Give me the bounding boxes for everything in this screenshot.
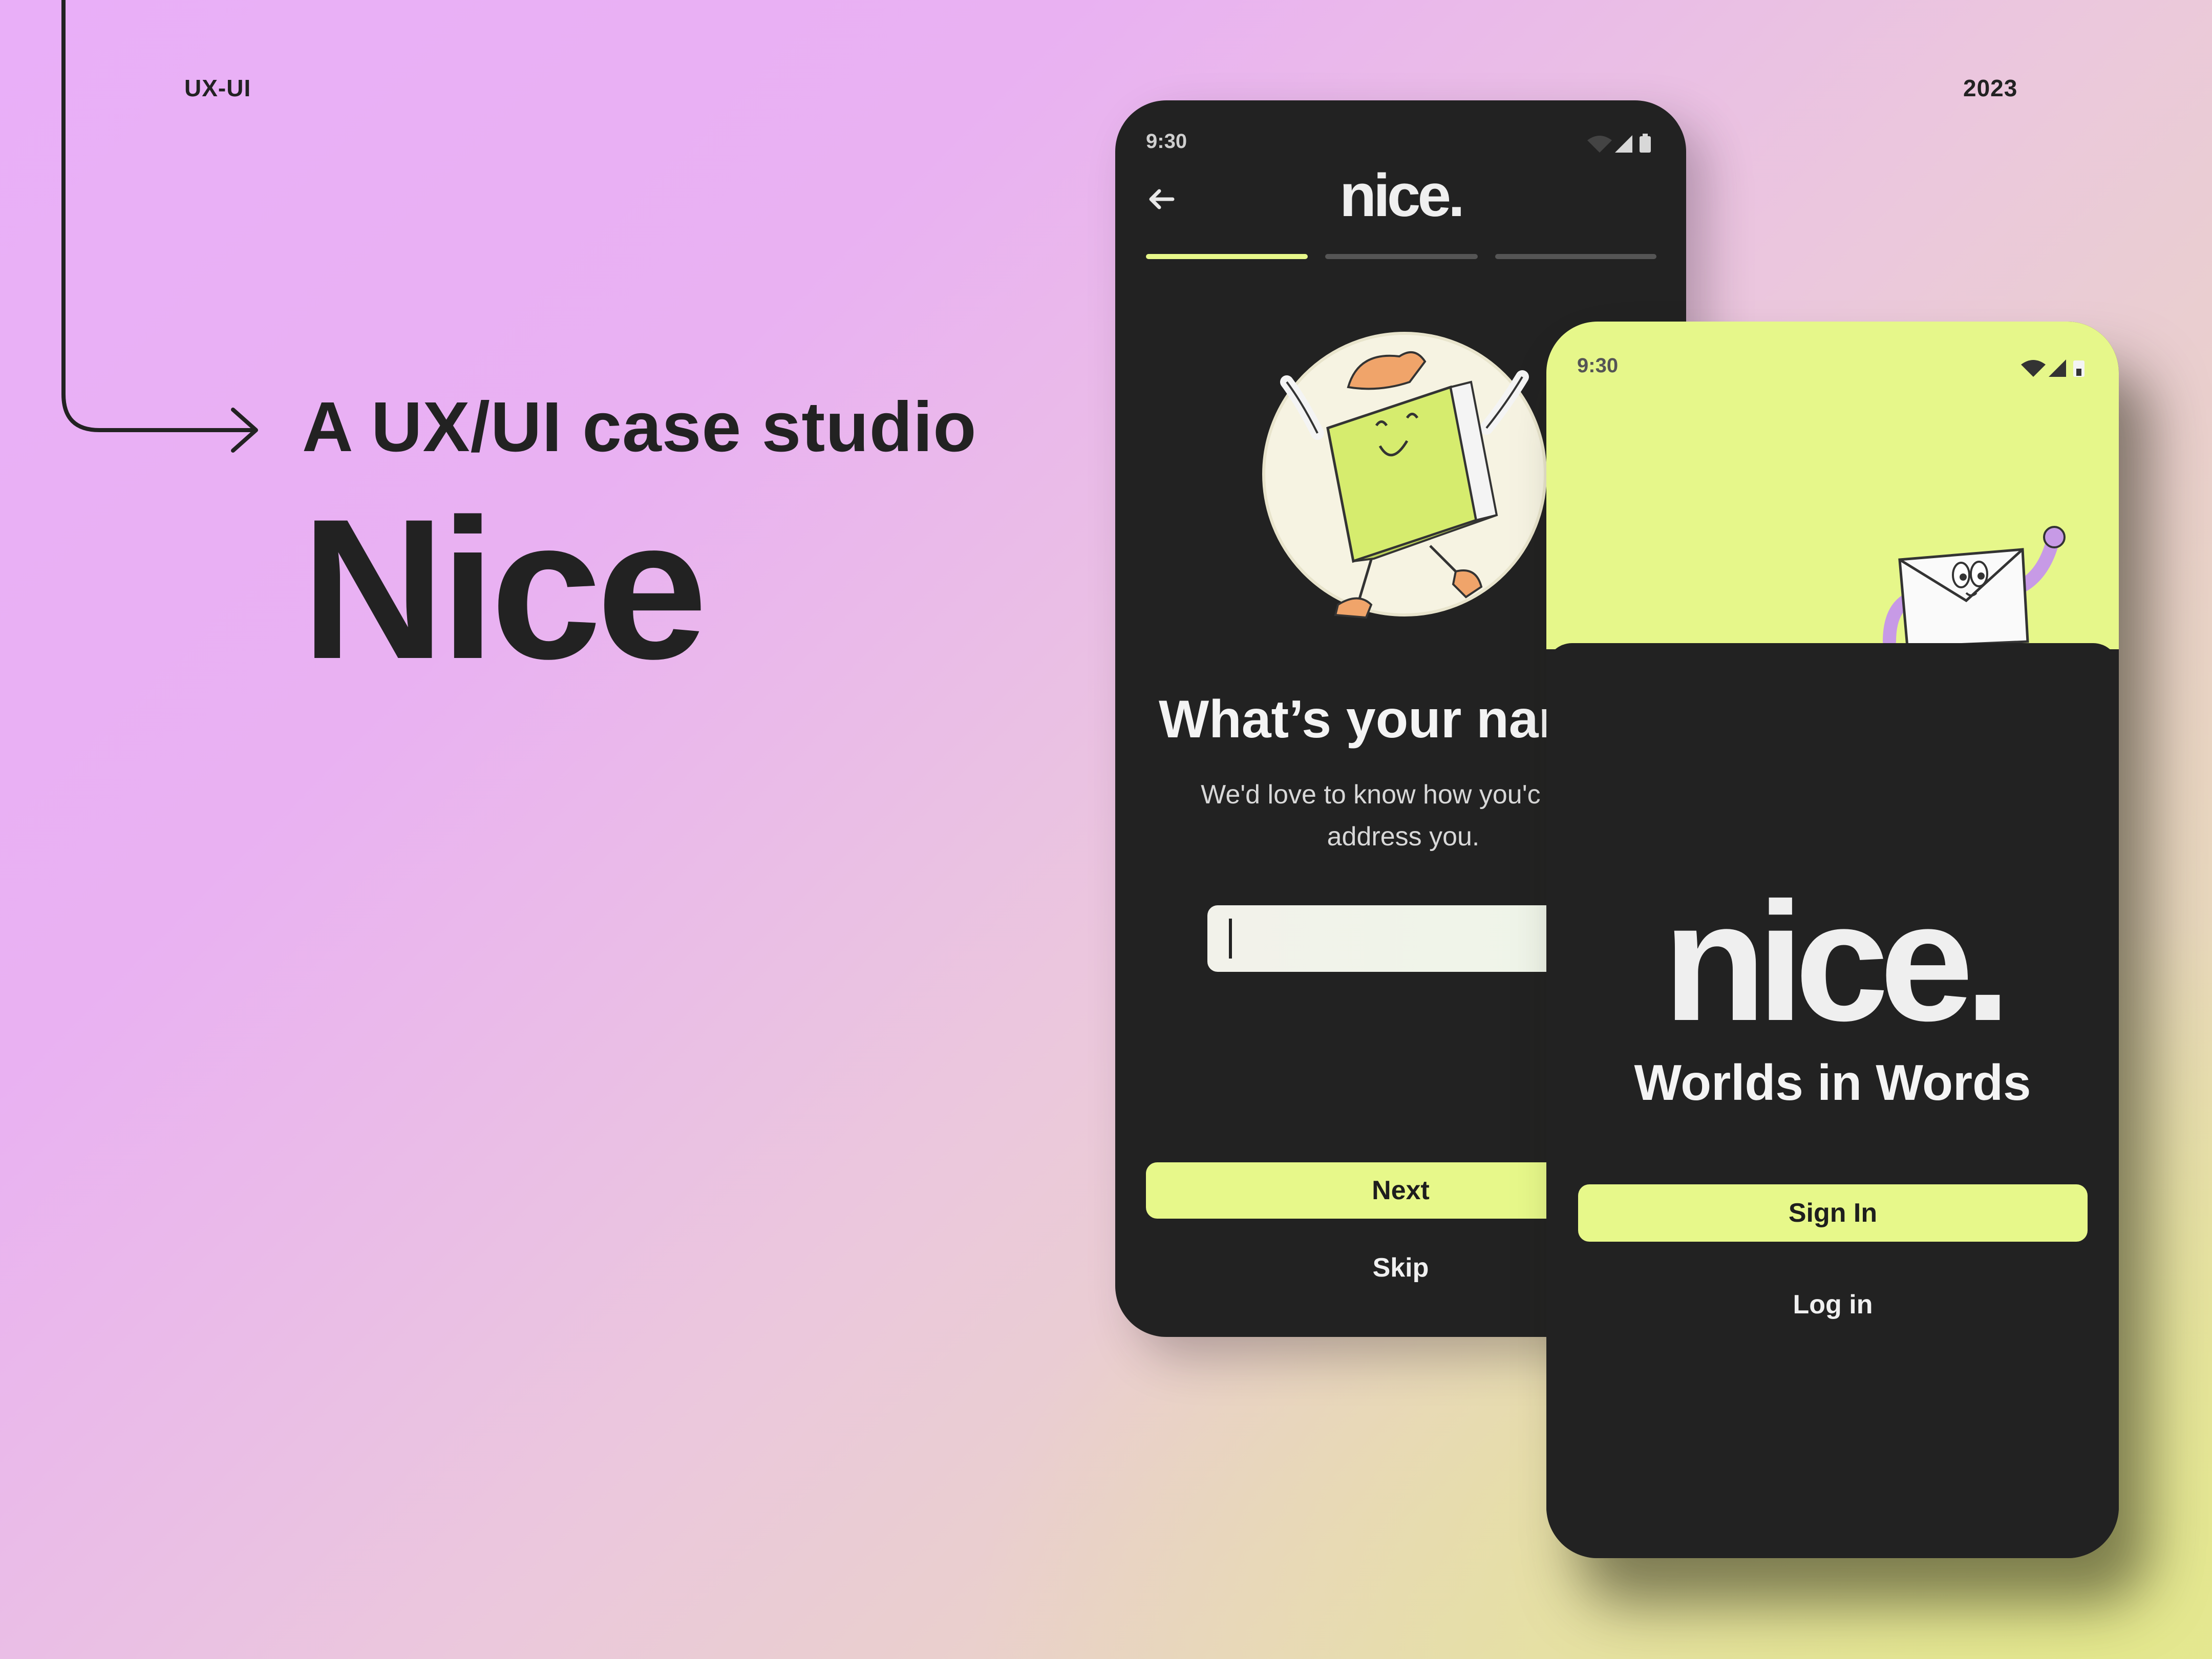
app-tagline: Worlds in Words	[1634, 1054, 2031, 1111]
progress-step-2	[1325, 254, 1478, 259]
progress-step-1	[1146, 254, 1308, 259]
status-time: 9:30	[1146, 130, 1187, 153]
status-icons	[1587, 134, 1651, 153]
progress-step-3	[1495, 254, 1656, 259]
connector-arrow-icon	[61, 0, 258, 453]
sign-in-button[interactable]: Sign In	[1578, 1184, 2088, 1242]
app-logo: nice.	[1339, 162, 1465, 229]
status-time: 9:30	[1577, 354, 1619, 377]
name-question-heading: What’s your nar	[1159, 690, 1560, 749]
text-caret	[1229, 919, 1232, 959]
status-icons	[2021, 359, 2085, 377]
hero-title: Nice	[301, 477, 708, 700]
hero-subtitle: A UX/UI case studio	[302, 388, 977, 466]
year-label: 2023	[1963, 75, 2018, 101]
app-logo-large: nice.	[1663, 867, 2011, 1056]
phone-welcome-screen: 9:30 nice. Worlds in Words Sign In Log i…	[1546, 322, 2119, 1558]
book-mascot-illustration	[1262, 332, 1547, 619]
log-in-button[interactable]: Log in	[1578, 1284, 2088, 1325]
